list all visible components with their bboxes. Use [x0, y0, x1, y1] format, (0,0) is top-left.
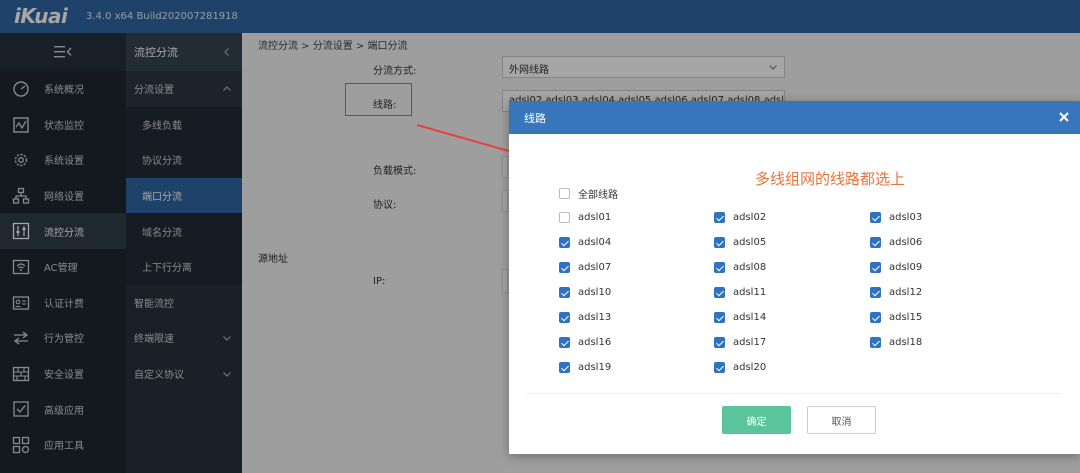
checkbox-box	[559, 212, 570, 223]
dialog-title: 线路	[524, 111, 546, 125]
line-checkbox[interactable]: adsl18	[870, 337, 922, 348]
line-checkbox-label: adsl08	[733, 262, 767, 273]
checkbox-box	[714, 212, 725, 223]
line-checkbox[interactable]: adsl01	[559, 212, 611, 223]
checkbox-box	[714, 337, 725, 348]
line-checkbox-label: adsl10	[578, 287, 612, 298]
checkbox-box	[559, 188, 570, 199]
line-checkbox-label: adsl09	[889, 262, 923, 273]
checkbox-box	[870, 337, 881, 348]
line-checkbox[interactable]: adsl19	[559, 362, 611, 373]
line-checkbox[interactable]: adsl02	[714, 212, 766, 223]
checkbox-box	[714, 237, 725, 248]
checkbox-box	[870, 237, 881, 248]
line-checkbox-label: adsl12	[889, 287, 923, 298]
line-checkbox-label: adsl20	[733, 362, 767, 373]
checkbox-box	[870, 262, 881, 273]
line-checkbox-label: adsl13	[578, 312, 612, 323]
line-checkbox-label: adsl02	[733, 212, 767, 223]
dialog-header: 线路	[509, 101, 1080, 134]
line-checkbox[interactable]: adsl10	[559, 287, 611, 298]
line-checkbox-label: adsl19	[578, 362, 612, 373]
line-checkbox[interactable]: adsl20	[714, 362, 766, 373]
annotation-text: 多线组网的线路都选上	[755, 170, 906, 188]
line-checkbox[interactable]: adsl14	[714, 312, 766, 323]
checkbox-box	[559, 312, 570, 323]
line-checkbox[interactable]: adsl09	[870, 262, 922, 273]
line-checkbox[interactable]: adsl11	[714, 287, 766, 298]
line-checkbox[interactable]: adsl04	[559, 237, 611, 248]
line-checkbox[interactable]: adsl03	[870, 212, 922, 223]
checkbox-box	[559, 362, 570, 373]
checkbox-box	[714, 287, 725, 298]
line-checkbox-label: adsl11	[733, 287, 767, 298]
line-checkbox[interactable]: adsl12	[870, 287, 922, 298]
line-checkbox-label: adsl06	[889, 237, 923, 248]
checkbox-box	[559, 237, 570, 248]
line-checkbox[interactable]: adsl05	[714, 237, 766, 248]
select-all-checkbox[interactable]: 全部线路	[559, 186, 618, 201]
line-checkbox-label: adsl05	[733, 237, 767, 248]
cancel-button[interactable]: 取消	[807, 406, 876, 434]
line-checkbox[interactable]: adsl08	[714, 262, 766, 273]
close-icon[interactable]	[1054, 107, 1074, 127]
line-checkbox-label: adsl03	[889, 212, 923, 223]
checkbox-box	[559, 337, 570, 348]
confirm-button[interactable]: 确定	[722, 406, 791, 434]
line-checkbox[interactable]: adsl15	[870, 312, 922, 323]
line-checkbox-label: adsl04	[578, 237, 612, 248]
line-checkbox[interactable]: adsl13	[559, 312, 611, 323]
checkbox-box	[870, 212, 881, 223]
checkbox-box	[714, 312, 725, 323]
checkbox-box	[714, 362, 725, 373]
line-checkbox-label: adsl07	[578, 262, 612, 273]
line-checkbox-label: adsl18	[889, 337, 923, 348]
line-checkbox-label: adsl17	[733, 337, 767, 348]
checkbox-box	[714, 262, 725, 273]
line-checkbox[interactable]: adsl06	[870, 237, 922, 248]
checkbox-box	[559, 262, 570, 273]
line-checkbox[interactable]: adsl17	[714, 337, 766, 348]
line-checkbox-label: adsl15	[889, 312, 923, 323]
checkbox-box	[870, 312, 881, 323]
line-checkbox-label: adsl01	[578, 212, 612, 223]
line-checkbox-label: adsl16	[578, 337, 612, 348]
dialog-divider	[527, 393, 1062, 394]
line-checkbox[interactable]: adsl07	[559, 262, 611, 273]
line-select-dialog: 线路 多线组网的线路都选上 全部线路 adsl01 adsl02 adsl03 ads…	[509, 101, 1080, 454]
line-checkbox[interactable]: adsl16	[559, 337, 611, 348]
checkbox-box	[559, 287, 570, 298]
checkbox-box	[870, 287, 881, 298]
line-checkbox-label: adsl14	[733, 312, 767, 323]
